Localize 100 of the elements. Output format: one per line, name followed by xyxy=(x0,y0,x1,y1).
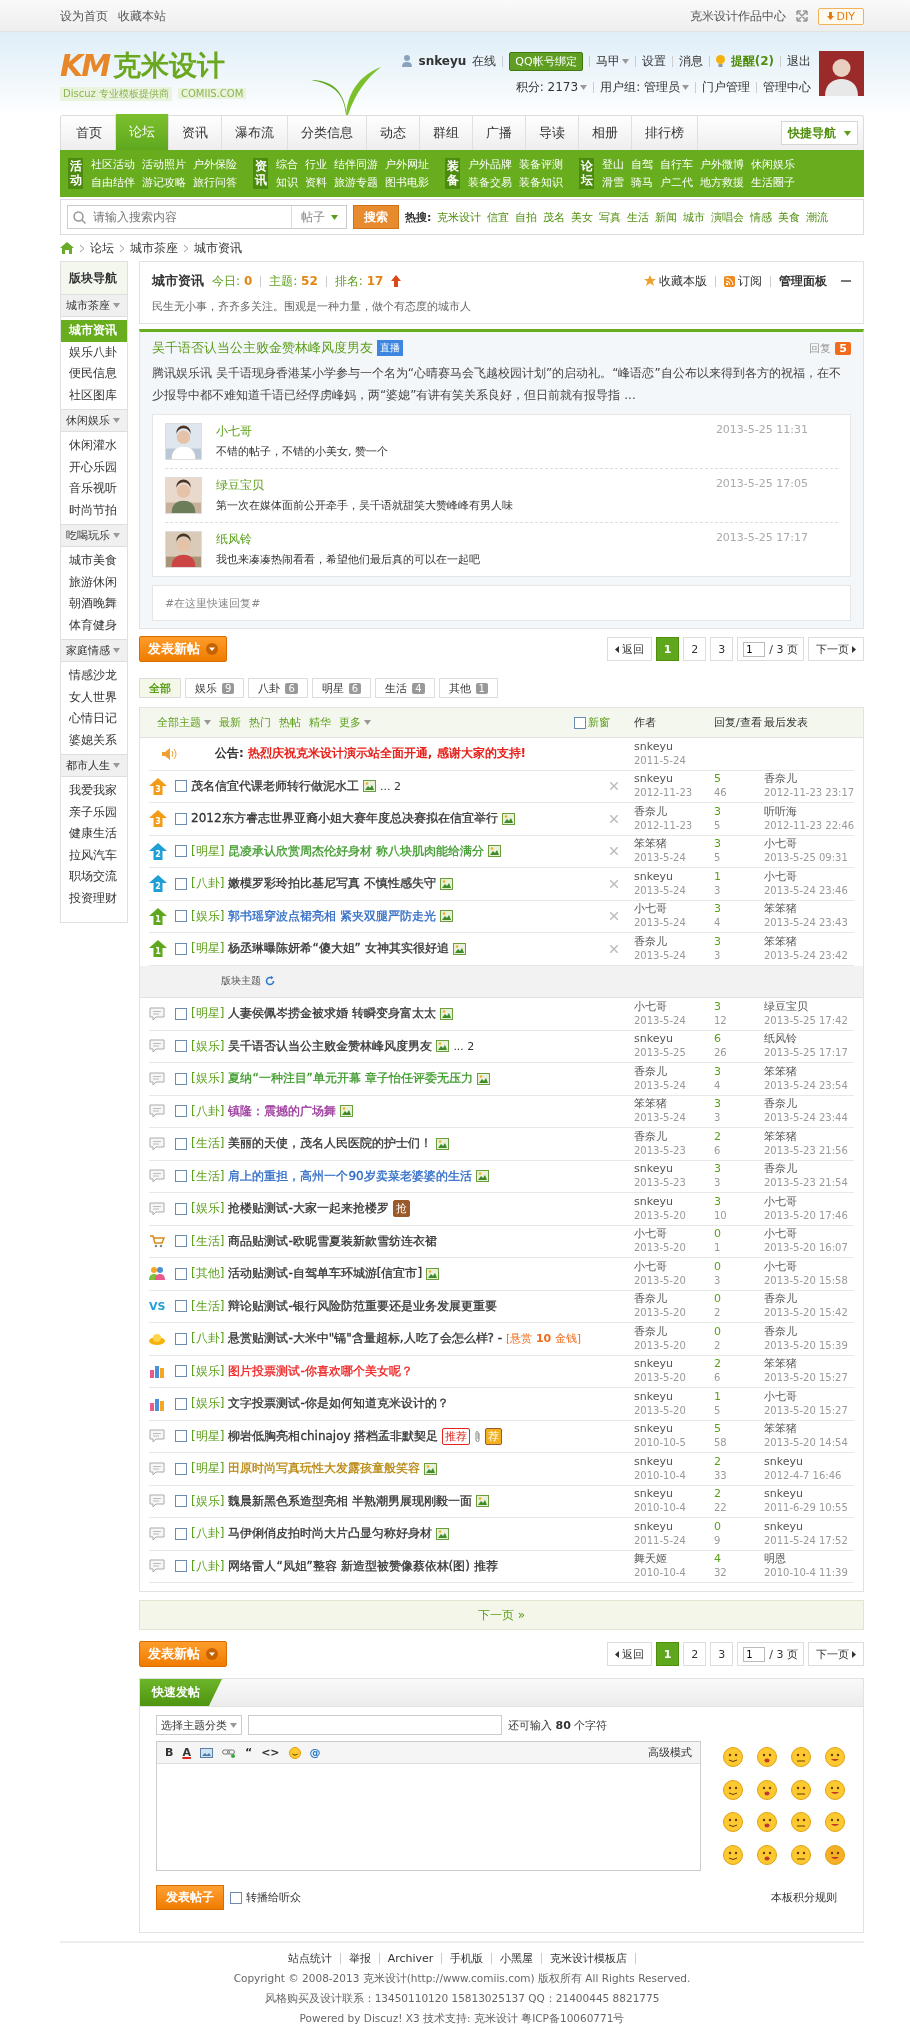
hot-search-link[interactable]: 演唱会 xyxy=(711,209,745,225)
sidebar-group[interactable]: 休闲娱乐 xyxy=(61,409,127,432)
category-tag[interactable]: [生活] xyxy=(191,1232,225,1250)
announcement-link[interactable]: 热烈庆祝克米设计演示站全面开通, 感谢大家的支持! xyxy=(247,745,527,763)
last-poster-link[interactable]: snkeyu xyxy=(764,1519,854,1534)
filter-tab[interactable]: 八卦 6 xyxy=(248,678,308,698)
emoticon-icon[interactable] xyxy=(757,1747,777,1767)
sidebar-item[interactable]: 便民信息 xyxy=(61,363,127,385)
next-page-button[interactable]: 下一页 xyxy=(808,1642,864,1666)
bold-tool-button[interactable]: B xyxy=(165,1746,174,1759)
author-link[interactable]: 香奈儿 xyxy=(634,1129,714,1144)
editor-field[interactable]: B A “ <> @ 高级模式 xyxy=(156,1741,701,1871)
emoticon-icon[interactable] xyxy=(791,1844,811,1865)
author-link[interactable]: snkeyu xyxy=(634,1487,714,1502)
last-poster-link[interactable]: 笨笨猪 xyxy=(764,1422,854,1437)
color-tool-button[interactable]: A xyxy=(182,1746,191,1759)
last-poster-link[interactable]: 笨笨猪 xyxy=(764,1129,854,1144)
author-link[interactable]: snkeyu xyxy=(634,1422,714,1437)
footer-link[interactable]: 举报 xyxy=(348,1951,371,1966)
thread-title[interactable]: 夏纳“一种注目”单元开幕 章子怡任评委无压力 xyxy=(228,1070,473,1088)
hot-search-link[interactable]: 新闻 xyxy=(655,209,678,225)
last-poster-link[interactable]: 明恩 xyxy=(764,1552,854,1567)
checkbox[interactable] xyxy=(230,1891,242,1904)
last-poster-link[interactable]: 绿豆宝贝 xyxy=(764,999,854,1014)
checkbox[interactable] xyxy=(175,1267,187,1280)
checkbox[interactable] xyxy=(175,1430,187,1443)
author-link[interactable]: snkeyu xyxy=(634,739,714,754)
author-link[interactable]: snkeyu xyxy=(634,1162,714,1177)
sidebar-item[interactable]: 体育健身 xyxy=(61,614,127,636)
link-icon[interactable] xyxy=(221,1747,236,1758)
author-link[interactable]: 香奈儿 xyxy=(634,934,714,949)
collapse-icon[interactable] xyxy=(841,279,851,283)
page-link[interactable]: 2 xyxy=(683,637,707,661)
thread-title[interactable]: 美丽的天使，茂名人民医院的护士们！ xyxy=(228,1135,433,1153)
reply-author[interactable]: 小七哥 xyxy=(216,423,252,440)
category-select[interactable]: 选择主题分类 xyxy=(156,1715,242,1735)
category-tag[interactable]: [娱乐] xyxy=(191,907,225,925)
category-tag[interactable]: [生活] xyxy=(191,1297,225,1315)
checkbox[interactable] xyxy=(175,1105,187,1118)
thread-title[interactable]: 魏晨新黑色系造型亮相 半熟潮男展现刚毅一面 xyxy=(228,1492,473,1510)
last-poster-link[interactable]: 小七哥 xyxy=(764,837,854,852)
category-tag[interactable]: [明星] xyxy=(191,1427,225,1445)
emoticon-icon[interactable] xyxy=(825,1779,845,1800)
smiley-icon[interactable] xyxy=(288,1746,301,1759)
credits-link[interactable]: 积分: 2173 xyxy=(515,78,588,96)
last-poster-link[interactable]: 香奈儿 xyxy=(764,1097,854,1112)
emoticon-icon[interactable] xyxy=(723,1779,743,1800)
hot-search-link[interactable]: 自拍 xyxy=(515,209,538,225)
checkbox[interactable] xyxy=(175,1072,187,1085)
image-icon[interactable] xyxy=(199,1747,213,1758)
usergroup-link[interactable]: 用户组: 管理员 xyxy=(600,78,689,96)
category-tag[interactable]: [娱乐] xyxy=(191,1070,225,1088)
sidebar-item[interactable]: 亲子乐园 xyxy=(61,801,127,823)
footer-link[interactable]: Archiver xyxy=(387,1952,434,1965)
emoticon-icon[interactable] xyxy=(791,1747,811,1767)
sidebar-item[interactable]: 朝酒晚舞 xyxy=(61,593,127,615)
thread-title[interactable]: 郭书瑶穿波点裙亮相 紧夹双腿严防走光 xyxy=(228,907,437,925)
author-link[interactable]: snkeyu xyxy=(634,1032,714,1047)
last-poster-link[interactable]: snkeyu xyxy=(764,1454,854,1469)
page-link[interactable]: 2 xyxy=(683,1642,707,1666)
author-link[interactable]: 小七哥 xyxy=(634,902,714,917)
quick-nav-button[interactable]: 快捷导航 xyxy=(781,121,858,145)
emoticon-icon[interactable] xyxy=(791,1779,811,1800)
thread-title[interactable]: 嫩模罗彩玲拍比基尼写真 不慎性感失守 xyxy=(228,875,437,893)
category-tag[interactable]: [娱乐] xyxy=(191,1395,225,1413)
page-jump-link[interactable]: ... 2 xyxy=(453,1039,475,1053)
category-tag[interactable]: [娱乐] xyxy=(191,1362,225,1380)
thread-title[interactable]: 文字投票测试-你是如何知道克米设计的？ xyxy=(228,1395,449,1413)
last-poster-link[interactable]: snkeyu xyxy=(764,1487,854,1502)
thread-title[interactable]: 茂名信宜代课老师转行做泥水工 xyxy=(191,777,359,795)
emoticon-icon[interactable] xyxy=(791,1812,811,1832)
hot-search-link[interactable]: 城市 xyxy=(683,209,706,225)
sidebar-item[interactable]: 情感沙龙 xyxy=(61,665,127,687)
thread-title[interactable]: 柳岩低胸亮相chinajoy 搭档孟非默契足 xyxy=(228,1427,439,1445)
checkbox[interactable] xyxy=(175,845,187,858)
sidebar-item[interactable]: 城市美食 xyxy=(61,550,127,572)
author-link[interactable]: snkeyu xyxy=(634,1194,714,1209)
emoticon-icon[interactable] xyxy=(825,1844,845,1865)
last-poster-link[interactable]: 小七哥 xyxy=(764,869,854,884)
thread-title[interactable]: 图片投票测试-你喜欢哪个美女呢？ xyxy=(228,1362,413,1380)
footer-link[interactable]: 站点统计 xyxy=(287,1951,332,1966)
next-page-button[interactable]: 下一页 xyxy=(808,637,864,661)
hot-search-link[interactable]: 生活 xyxy=(627,209,650,225)
thread-title[interactable]: 镇隆：震撼的广场舞 xyxy=(228,1102,337,1120)
thread-title[interactable]: 悬赏贴测试-大米中"镉"含量超标,人吃了会怎么样? - xyxy=(228,1330,503,1348)
sidebar-item[interactable]: 时尚节拍 xyxy=(61,499,127,521)
footer-link[interactable]: 克米设计模板店 xyxy=(550,1951,628,1966)
back-button[interactable]: 返回 xyxy=(606,1642,652,1666)
quick-reply-field[interactable]: #在这里快速回复# xyxy=(152,585,851,621)
hot-search-link[interactable]: 茂名 xyxy=(543,209,566,225)
page-input[interactable]: 1 xyxy=(743,1646,766,1662)
author-link[interactable]: snkeyu xyxy=(634,1519,714,1534)
page-link[interactable]: 3 xyxy=(710,1642,734,1666)
checkbox[interactable] xyxy=(175,1202,187,1215)
hot-search-link[interactable]: 克米设计 xyxy=(437,209,482,225)
author-link[interactable]: 香奈儿 xyxy=(634,1292,714,1307)
sidebar-item[interactable]: 婆媳关系 xyxy=(61,729,127,751)
checkbox[interactable] xyxy=(175,1235,187,1248)
username-link[interactable]: snkeyu xyxy=(418,54,467,68)
thread-title[interactable]: 吴千语否认当公主败金赞林峰风度男友 xyxy=(228,1037,433,1055)
